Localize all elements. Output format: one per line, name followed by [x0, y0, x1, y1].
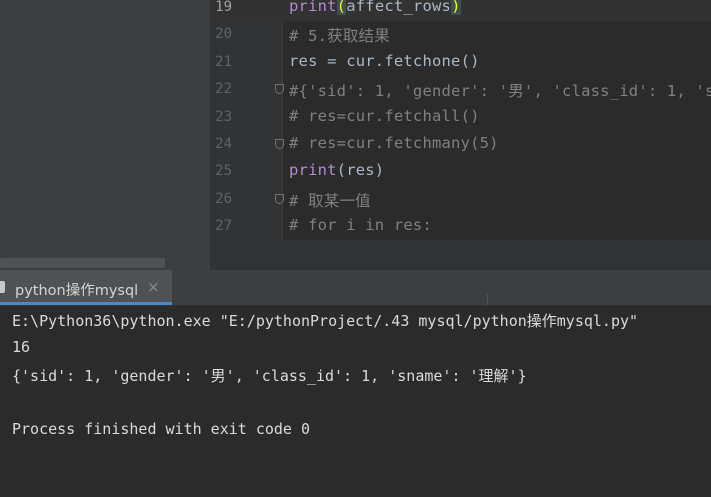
code-line[interactable]: 26 # 取某一值 [210, 186, 711, 213]
code-line[interactable]: 19 print(affect_rows) [210, 0, 711, 21]
code-text: # res=cur.fetchmany(5) [289, 134, 499, 152]
line-number: 22 [215, 81, 232, 98]
code-line[interactable]: 23 # res=cur.fetchall() [210, 104, 711, 131]
code-line[interactable]: 24 # res=cur.fetchmany(5) [210, 131, 711, 158]
code-text: # for i in res: [289, 216, 432, 235]
console-line-affect-rows: 16 [12, 338, 31, 356]
fold-marker-icon[interactable] [275, 193, 284, 204]
run-tool-window-tabs: python操作mysql × [0, 270, 711, 306]
console-line-command: E:\Python36\python.exe "E:/pythonProject… [12, 312, 639, 330]
line-number: 25 [215, 163, 232, 180]
line-number: 20 [215, 26, 232, 43]
console-line-exit: Process finished with exit code 0 [12, 420, 311, 438]
code-line[interactable]: 22 #{'sid': 1, 'gender': '男', 'class_id':… [210, 76, 711, 103]
fold-marker-icon[interactable] [275, 84, 284, 95]
close-icon[interactable]: × [147, 278, 160, 296]
console-line-result: {'sid': 1, 'gender': '男', 'class_id': 1,… [12, 367, 527, 385]
code-text: #{'sid': 1, 'gender': '男', 'class_id': 1… [289, 82, 711, 101]
code-text: # res=cur.fetchall() [289, 106, 480, 125]
code-line[interactable]: 27 # for i in res: [210, 213, 711, 240]
project-panel [0, 0, 210, 270]
code-text: print(res) [289, 161, 385, 180]
line-number: 23 [215, 108, 232, 125]
code-text: # 5.获取结果 [289, 27, 390, 46]
horizontal-scrollbar[interactable] [0, 258, 165, 268]
tab-divider [487, 294, 488, 305]
line-number: 19 [215, 0, 232, 15]
code-text: print(affect_rows) [289, 0, 461, 15]
code-text: # 取某一值 [289, 191, 371, 210]
run-console-output[interactable]: E:\Python36\python.exe "E:/pythonProject… [0, 306, 711, 497]
code-editor[interactable]: 19 print(affect_rows) 20 # 5.获取结果 21 res = cu… [210, 0, 711, 270]
python-file-icon [0, 281, 5, 293]
line-number: 24 [215, 136, 232, 152]
code-line[interactable]: 21 res = cur.fetchone() [210, 49, 711, 76]
code-line[interactable]: 20 # 5.获取结果 [210, 21, 711, 48]
line-number: 27 [215, 218, 232, 235]
editor-bottom-area [210, 240, 711, 270]
run-tab[interactable]: python操作mysql × [0, 270, 172, 305]
fold-marker-icon[interactable] [275, 139, 284, 149]
line-number: 21 [215, 53, 232, 70]
code-text: res = cur.fetchone() [289, 51, 480, 70]
code-line[interactable]: 25 print(res) [210, 158, 711, 185]
line-number: 26 [215, 190, 232, 207]
run-tab-label: python操作mysql [15, 283, 139, 299]
